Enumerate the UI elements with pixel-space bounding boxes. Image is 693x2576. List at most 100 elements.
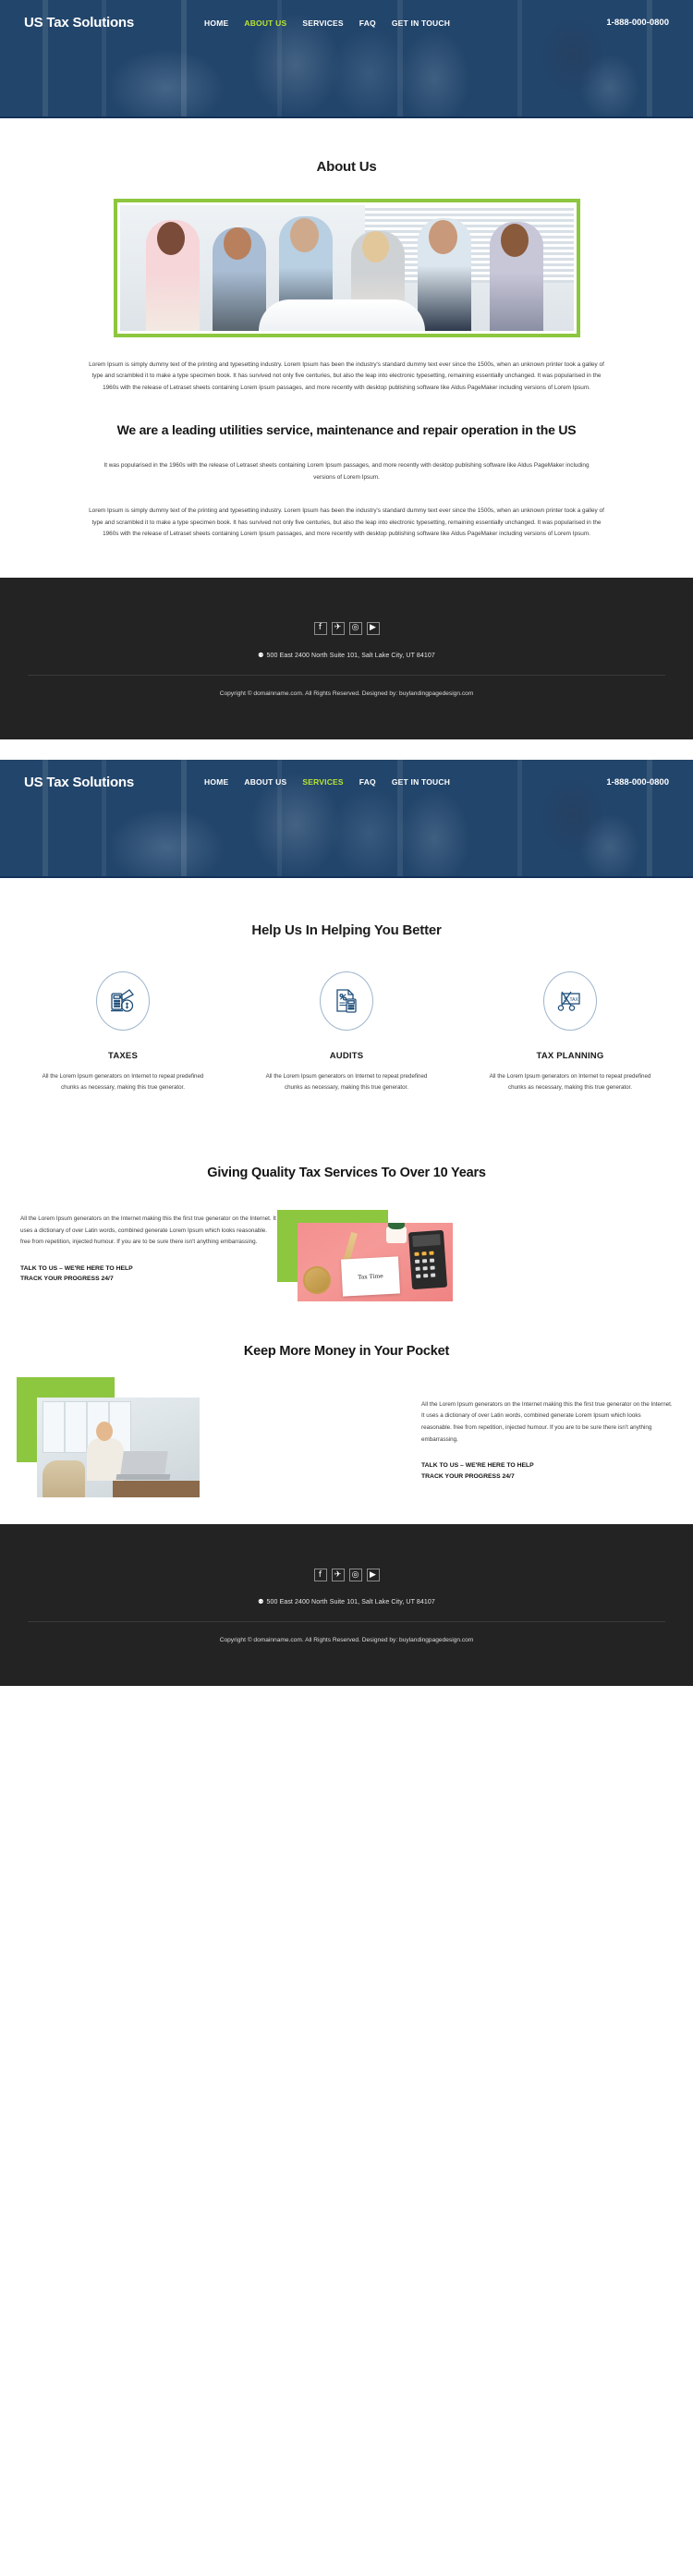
nav-item-get-in-touch[interactable]: GET IN TOUCH [392, 777, 450, 787]
meeting-table [258, 299, 425, 331]
desk-object [113, 1480, 200, 1497]
team-photo [119, 205, 574, 331]
footer-address: 500 East 2400 North Suite 101, Salt Lake… [266, 1599, 435, 1606]
scissors-tax-icon: $ TAX [543, 971, 597, 1031]
team-member-head [428, 220, 457, 254]
services-grid: TAXES All the Lorem Ipsum generators on … [0, 971, 693, 1093]
promo-title: Keep More Money in Your Pocket [243, 1343, 450, 1359]
svg-text:TAX: TAX [570, 997, 579, 1003]
footer-divider [28, 1621, 665, 1623]
facebook-icon[interactable]: f [313, 1569, 327, 1582]
calculator-object [407, 1229, 448, 1290]
footer-copyright: Copyright © domainname.com. All Rights R… [219, 690, 474, 697]
promo-paragraph: All the Lorem Ipsum generators on the In… [20, 1215, 276, 1246]
twitter-icon[interactable]: ✈ [331, 1569, 345, 1582]
footer-services: f ✈ ◎ ▶ ⚉ 500 East 2400 North Suite 101, … [0, 1524, 693, 1687]
service-name: TAX PLANNING [536, 1050, 604, 1061]
hero-divider [0, 116, 693, 118]
nav-item-faq[interactable]: FAQ [359, 18, 376, 28]
service-card-tax-planning[interactable]: $ TAX TAX PLANNING All the Lorem Ipsum g… [489, 971, 651, 1093]
nav-item-about-us[interactable]: ABOUT US [244, 18, 286, 28]
promo-section-keep-money: Keep More Money in Your Pocket All the L… [0, 1293, 693, 1525]
team-member-head [289, 218, 319, 252]
promo-text-column: All the Lorem Ipsum generators on the In… [421, 1388, 673, 1482]
nav-item-home[interactable]: HOME [204, 777, 228, 787]
service-card-taxes[interactable]: TAXES All the Lorem Ipsum generators on … [42, 971, 204, 1093]
main-navigation-services: US Tax Solutions HOME ABOUT US SERVICES … [0, 760, 693, 790]
plant-pot-object [386, 1222, 407, 1243]
alarm-clock-object [303, 1265, 331, 1294]
about-paragraph-1: Lorem Ipsum is simply dummy text of the … [89, 361, 604, 391]
service-name: TAXES [108, 1050, 138, 1061]
site-logo[interactable]: US Tax Solutions [24, 775, 134, 790]
instagram-icon[interactable]: ◎ [348, 621, 362, 635]
promo-row: All the Lorem Ipsum generators on the In… [0, 1376, 693, 1497]
nav-links-about: HOME ABOUT US SERVICES FAQ GET IN TOUCH [204, 18, 450, 28]
nav-item-faq[interactable]: FAQ [359, 777, 376, 787]
services-section: Help Us In Helping You Better TAXES All … [0, 877, 693, 1127]
nav-links-services: HOME ABOUT US SERVICES FAQ GET IN TOUCH [204, 777, 450, 787]
person-head [96, 1421, 113, 1441]
youtube-icon[interactable]: ▶ [366, 621, 380, 635]
service-description: All the Lorem Ipsum generators on Intern… [265, 1072, 428, 1091]
site-logo[interactable]: US Tax Solutions [24, 15, 134, 31]
blue-circle-decoration [597, 1239, 650, 1294]
footer-address-row: ⚉ 500 East 2400 North Suite 101, Salt Lak… [0, 652, 693, 659]
tax-time-note: Tax Time [340, 1256, 401, 1297]
footer-address: 500 East 2400 North Suite 101, Salt Lake… [266, 652, 435, 659]
nav-item-get-in-touch[interactable]: GET IN TOUCH [392, 18, 450, 28]
promo-paragraph: All the Lorem Ipsum generators on the In… [421, 1400, 673, 1443]
calculator-money-icon [96, 971, 150, 1031]
nav-item-about-us[interactable]: ABOUT US [244, 777, 286, 787]
promo-cta-line-1: TALK TO US – WE'RE HERE TO HELP [421, 1462, 534, 1470]
about-paragraph-3: Lorem Ipsum is simply dummy text of the … [89, 507, 604, 538]
nav-item-services[interactable]: SERVICES [302, 777, 343, 787]
footer-copyright: Copyright © domainname.com. All Rights R… [219, 1637, 474, 1644]
promo-row: All the Lorem Ipsum generators on the In… [0, 1209, 693, 1301]
service-card-audits[interactable]: AUDITS All the Lorem Ipsum generators on… [265, 971, 428, 1093]
service-description: All the Lorem Ipsum generators on Intern… [489, 1072, 651, 1091]
hero-divider [0, 875, 693, 878]
promo-image-column: Tax Time [277, 1209, 673, 1301]
promo-title: Giving Quality Tax Services To Over 10 Y… [207, 1165, 486, 1180]
footer-divider [28, 674, 665, 676]
promo-cta[interactable]: TALK TO US – WE'RE HERE TO HELP TRACK YO… [421, 1460, 673, 1482]
nav-item-home[interactable]: HOME [204, 18, 228, 28]
footer-about: f ✈ ◎ ▶ ⚉ 500 East 2400 North Suite 101, … [0, 577, 693, 739]
promo-cta-line-2: TRACK YOUR PROGRESS 24/7 [421, 1472, 515, 1480]
header-phone-number[interactable]: 1-888-000-0800 [606, 18, 669, 28]
promo-cta-line-2: TRACK YOUR PROGRESS 24/7 [20, 1276, 114, 1283]
team-member-head [223, 227, 251, 260]
hero-header-services: US Tax Solutions HOME ABOUT US SERVICES … [0, 759, 693, 878]
about-lead-heading: We are a leading utilities service, main… [116, 422, 577, 438]
tax-time-photo: Tax Time [298, 1222, 453, 1301]
services-page: US Tax Solutions HOME ABOUT US SERVICES … [0, 759, 693, 1687]
service-description: All the Lorem Ipsum generators on Intern… [42, 1072, 204, 1091]
promo-cta-line-1: TALK TO US – WE'RE HERE TO HELP [20, 1264, 133, 1272]
wicker-chair-object [43, 1459, 85, 1497]
page-title: About Us [316, 159, 377, 175]
header-phone-number[interactable]: 1-888-000-0800 [606, 777, 669, 787]
nav-item-services[interactable]: SERVICES [302, 18, 343, 28]
promo-text-column: All the Lorem Ipsum generators on the In… [20, 1210, 277, 1285]
document-calculator-icon [320, 971, 373, 1031]
main-navigation-about: US Tax Solutions HOME ABOUT US SERVICES … [0, 0, 693, 31]
promo-cta[interactable]: TALK TO US – WE'RE HERE TO HELP TRACK YO… [20, 1264, 277, 1285]
social-links: f ✈ ◎ ▶ [0, 1569, 693, 1582]
twitter-icon[interactable]: ✈ [331, 621, 345, 635]
team-photo-frame [113, 199, 580, 337]
promo-image-column [17, 1376, 421, 1497]
services-title: Help Us In Helping You Better [251, 922, 442, 938]
facebook-icon[interactable]: f [313, 621, 327, 635]
footer-address-row: ⚉ 500 East 2400 North Suite 101, Salt Lak… [0, 1598, 693, 1605]
team-member-head [500, 224, 529, 257]
about-section: About Us Lorem Ipsum is simply dummy tex… [0, 118, 693, 578]
promo-section-quality-services: Giving Quality Tax Services To Over 10 Y… [0, 1126, 693, 1301]
youtube-icon[interactable]: ▶ [366, 1569, 380, 1582]
service-name: AUDITS [329, 1050, 364, 1061]
social-links: f ✈ ◎ ▶ [0, 621, 693, 635]
instagram-icon[interactable]: ◎ [348, 1569, 362, 1582]
team-member-head [156, 222, 185, 255]
laptop-object [120, 1450, 168, 1475]
calculator-screen [412, 1233, 441, 1248]
